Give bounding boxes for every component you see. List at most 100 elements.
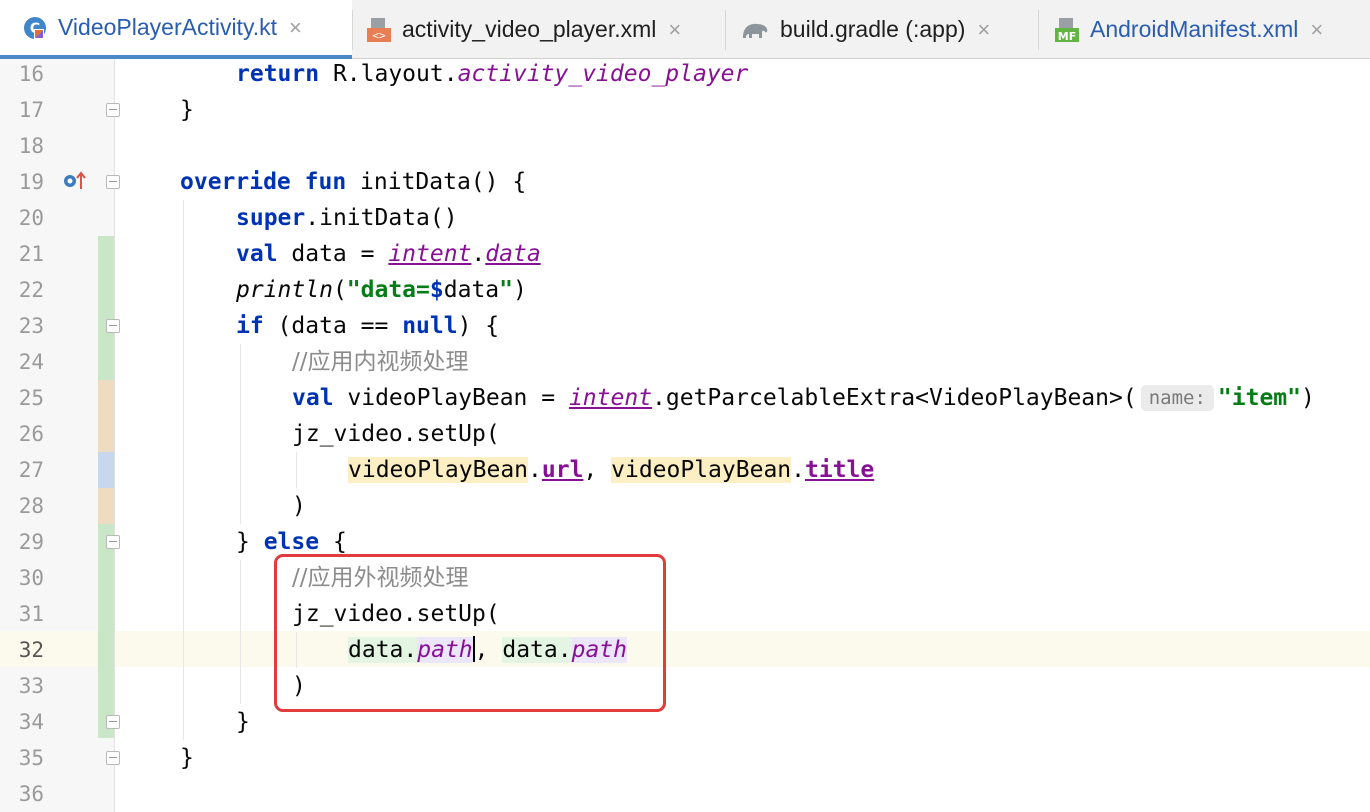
vcs-modified-marker[interactable] [98,380,114,452]
line-number: 16 [18,62,44,86]
tab-separator [352,10,353,50]
line-number-current: 32 [18,638,44,662]
synthetic-property: intent [568,385,653,411]
line-number: 23 [18,314,44,338]
code-text: ) [513,277,527,303]
code-line-17[interactable]: } [180,92,194,128]
gutter-divider [114,59,115,812]
fold-end-icon[interactable] [106,103,120,117]
code-text: .initData() [305,205,458,231]
tab-videoplayeractivity-kt[interactable]: C VideoPlayerActivity.kt × [0,0,352,59]
close-icon[interactable]: × [668,17,681,43]
code-text: data = [277,241,389,267]
line-number: 29 [18,530,44,554]
code-line-16[interactable]: return R.layout.activity_video_player [236,56,748,92]
code-line-19[interactable]: override fun initData() { [180,164,526,200]
vcs-added-marker[interactable] [98,524,114,738]
keyword: if [236,313,264,339]
line-number: 20 [18,206,44,230]
close-icon[interactable]: × [1310,17,1323,43]
keyword: fun [304,169,347,195]
tab-activity-video-player-xml[interactable]: <> activity_video_player.xml × [366,0,681,59]
code-text: . [471,241,486,267]
string-literal: "data= [346,277,430,303]
current-line-highlight [0,631,1370,667]
indent-guide [296,452,297,488]
close-icon[interactable]: × [289,15,302,41]
smart-cast-variable: videoPlayBean [348,457,529,483]
parameter-hint: name: [1140,385,1214,411]
fold-start-icon[interactable] [106,175,120,189]
code-line-24-comment[interactable]: //应用内视频处理 [292,344,469,380]
line-number: 18 [18,134,44,158]
editor-tab-bar: C VideoPlayerActivity.kt × <> activity_v… [0,0,1370,59]
synthetic-property: data [485,241,541,267]
tab-build-gradle[interactable]: build.gradle (:app) × [740,0,990,59]
synthetic-property: intent [388,241,472,267]
keyword: val [292,385,334,411]
vcs-changed-marker[interactable] [98,452,114,488]
vcs-modified-marker[interactable] [98,488,114,524]
keyword: else [263,529,320,555]
fold-end-icon[interactable] [106,751,120,765]
close-icon[interactable]: × [977,17,990,43]
indent-guide [183,200,184,740]
code-text: .getParcelableExtra<VideoPlayBean>( [652,385,1137,411]
line-number: 26 [18,422,44,446]
fold-start-icon[interactable] [106,535,120,549]
string-literal: " [499,277,513,303]
line-number: 30 [18,566,44,590]
code-text: (data == [263,313,403,339]
code-text: videoPlayBean = [333,385,569,411]
line-number: 33 [18,674,44,698]
line-number: 17 [18,98,44,122]
svg-text:<>: <> [372,29,386,42]
code-line-27[interactable]: videoPlayBean.url, videoPlayBean.title [348,452,874,488]
code-line-21[interactable]: val data = intent.data [236,236,541,272]
override-method-icon[interactable] [62,170,88,192]
code-line-26[interactable]: jz_video.setUp( [292,416,500,452]
code-line-20[interactable]: super.initData() [236,200,458,236]
manifest-file-icon: MF [1054,17,1080,43]
kotlin-file-icon: C [22,15,48,41]
code-text: ( [332,277,347,303]
line-number: 36 [18,782,44,806]
fold-start-icon[interactable] [106,319,120,333]
code-text: } [236,529,264,555]
line-number: 34 [18,710,44,734]
gradle-elephant-icon [740,17,770,43]
svg-text:MF: MF [1058,30,1076,43]
keyword: null [402,313,458,339]
vcs-added-marker[interactable] [98,236,114,380]
string-literal: "item" [1217,385,1301,411]
code-line-34[interactable]: } [236,704,250,740]
line-number: 22 [18,278,44,302]
code-line-28[interactable]: ) [292,488,306,524]
keyword: override [180,169,291,195]
code-line-35[interactable]: } [180,740,194,776]
code-text: data [443,277,500,303]
tab-androidmanifest-xml[interactable]: MF AndroidManifest.xml × [1054,0,1323,59]
indent-guide [240,560,241,704]
code-line-22[interactable]: println("data=$data") [236,272,527,308]
keyword: return [236,61,320,87]
function-call: println [236,277,333,303]
xml-layout-icon: <> [366,17,392,43]
code-text: ) [1301,385,1315,411]
tab-label: AndroidManifest.xml [1090,16,1299,42]
tab-label: VideoPlayerActivity.kt [58,14,278,40]
smart-cast-variable: videoPlayBean [611,457,792,483]
keyword: val [236,241,278,267]
code-line-25[interactable]: val videoPlayBean = intent.getParcelable… [292,380,1315,416]
code-text: ) { [457,313,500,339]
line-number: 21 [18,242,44,266]
property-reference: url [541,457,584,483]
fold-end-icon[interactable] [106,715,120,729]
tab-separator [725,10,726,50]
code-line-23[interactable]: if (data == null) { [236,308,499,344]
indent-guide [240,344,241,524]
line-number: 25 [18,386,44,410]
tab-label: build.gradle (:app) [780,16,966,42]
code-text: initData() { [346,169,527,195]
line-number: 28 [18,494,44,518]
